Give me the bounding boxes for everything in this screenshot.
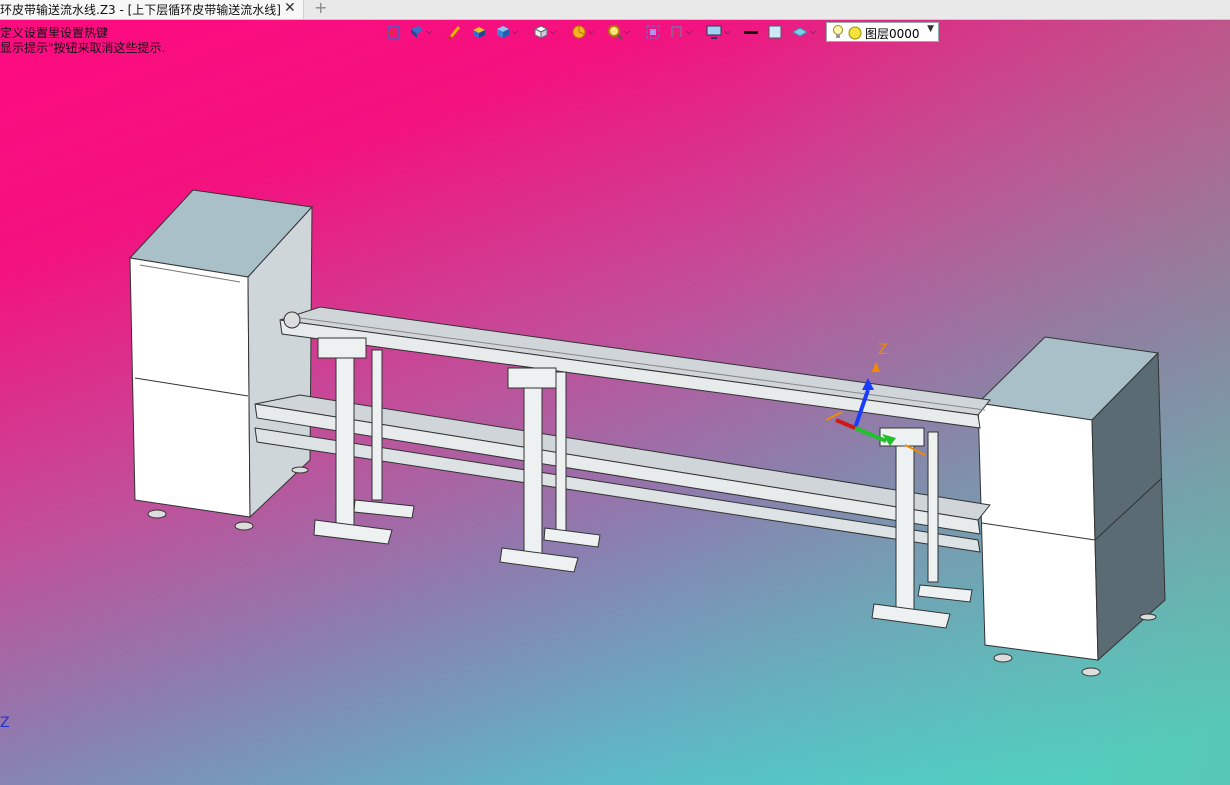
- exit-sketch-icon[interactable]: [385, 22, 401, 42]
- layer-label: 图层0000: [865, 27, 920, 41]
- layer-color-dot-icon: [848, 26, 862, 43]
- right-cabinet: [976, 336, 1166, 677]
- triad-z-label: Z: [878, 342, 888, 358]
- shaded-box-icon[interactable]: [471, 22, 487, 42]
- section-view-icon[interactable]: ⌵: [669, 22, 692, 42]
- filter-icon[interactable]: ⌵: [571, 22, 594, 42]
- brush-icon[interactable]: [447, 22, 463, 42]
- white-cube-icon[interactable]: ⌵: [533, 22, 556, 42]
- zoom-icon[interactable]: ⌵: [607, 22, 630, 42]
- line-color-icon[interactable]: [743, 22, 759, 42]
- layer-select[interactable]: 图层0000 ▼: [826, 22, 939, 42]
- bulb-icon: [831, 24, 845, 43]
- display-icon[interactable]: ⌵: [705, 22, 730, 42]
- tab-bar: 环皮带输送流水线.Z3 - [上下层循环皮带输送流水线] ✕ +: [0, 0, 1230, 20]
- close-icon[interactable]: ✕: [284, 0, 296, 16]
- add-tab-icon[interactable]: +: [314, 0, 327, 17]
- cube-render-icon[interactable]: ⌵: [495, 22, 518, 42]
- hint-line-2: 显示提示"按钮来取消这些提示.: [0, 41, 166, 55]
- document-tab[interactable]: 环皮带输送流水线.Z3 - [上下层循环皮带输送流水线] ✕: [0, 0, 304, 19]
- face-color-icon[interactable]: [767, 22, 783, 42]
- left-cabinet: [128, 189, 314, 531]
- document-tab-title: 环皮带输送流水线.Z3 - [上下层循环皮带输送流水线]: [0, 3, 281, 17]
- fit-view-icon[interactable]: [645, 22, 661, 42]
- layer-style-icon[interactable]: ⌵: [791, 22, 816, 42]
- view-mode-icon[interactable]: ⌵: [409, 22, 432, 42]
- corner-z-axis-label: Z: [0, 715, 10, 731]
- conveyor-model: Z: [128, 189, 1166, 677]
- chevron-down-icon[interactable]: ▼: [927, 24, 934, 34]
